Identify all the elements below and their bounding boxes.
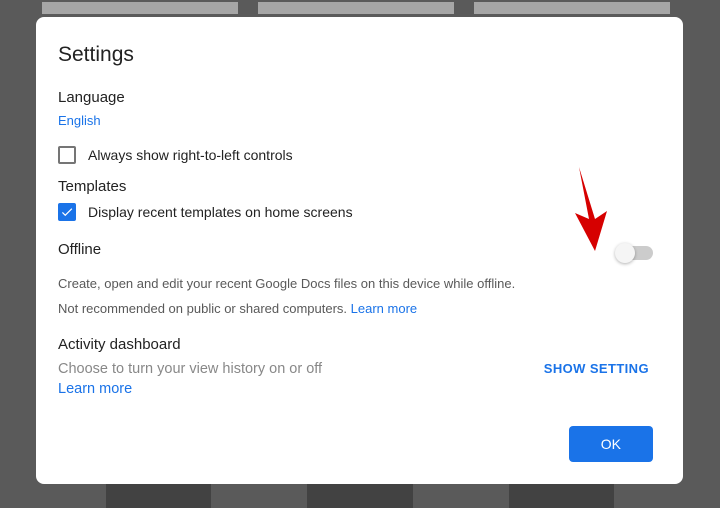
checkmark-icon [60,205,74,219]
activity-learn-more-link[interactable]: Learn more [58,381,322,397]
offline-toggle-knob [615,243,635,263]
language-link[interactable]: English [58,113,101,128]
rtl-checkbox-label: Always show right-to-left controls [88,147,293,163]
dialog-footer: OK [569,426,653,462]
dialog-title: Settings [58,43,653,67]
activity-description: Choose to turn your view history on or o… [58,361,322,377]
rtl-checkbox-row[interactable]: Always show right-to-left controls [58,146,653,164]
offline-toggle[interactable] [617,246,653,260]
templates-heading: Templates [58,178,653,195]
rtl-checkbox[interactable] [58,146,76,164]
offline-note: Not recommended on public or shared comp… [58,301,653,316]
language-heading: Language [58,89,653,106]
activity-heading: Activity dashboard [58,336,653,353]
offline-learn-more-link[interactable]: Learn more [351,301,417,316]
offline-description: Create, open and edit your recent Google… [58,276,653,291]
ok-button[interactable]: OK [569,426,653,462]
settings-dialog: Settings Language English Always show ri… [36,17,683,484]
templates-checkbox-row[interactable]: Display recent templates on home screens [58,203,653,221]
show-setting-button[interactable]: SHOW SETTING [544,361,649,376]
templates-checkbox-label: Display recent templates on home screens [88,204,353,220]
offline-heading: Offline [58,241,101,258]
templates-checkbox[interactable] [58,203,76,221]
